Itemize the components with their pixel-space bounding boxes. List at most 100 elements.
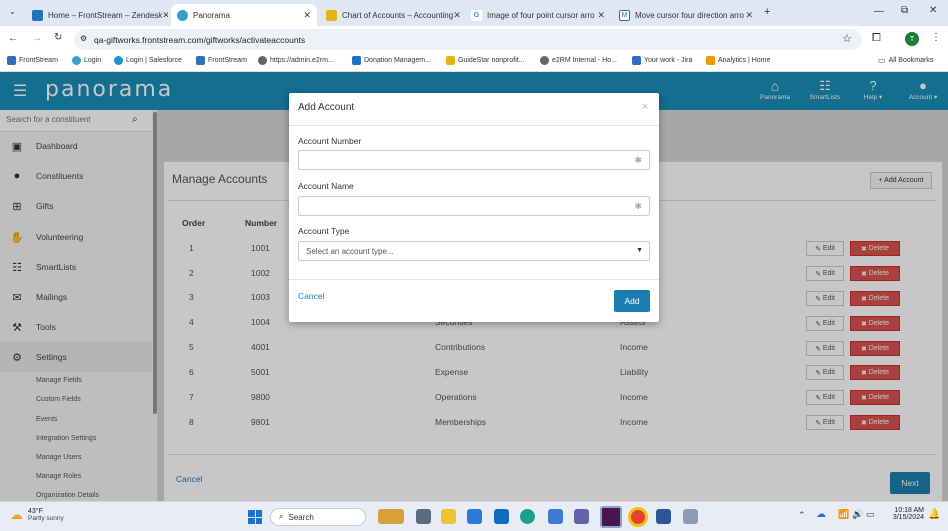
extensions-icon[interactable]: ⧠ xyxy=(872,32,881,45)
windows-taskbar: ☁ 43°F Partly sunny ⌕ Search ⌃ ☁ 📶 🔊 ▭ 10… xyxy=(0,501,948,531)
analytics-icon xyxy=(706,56,715,65)
notification-bell-icon[interactable]: 🔔 xyxy=(928,509,940,520)
bookmark-jira[interactable]: Your work - Jira xyxy=(632,56,692,65)
file-explorer-icon[interactable] xyxy=(441,509,456,524)
weather-widget[interactable]: ☁ 43°F Partly sunny xyxy=(10,507,64,523)
panorama-icon xyxy=(72,56,81,65)
frontstream-icon xyxy=(7,56,16,65)
site-info-icon[interactable]: ⚙ xyxy=(80,34,87,43)
meeting-app-icon[interactable] xyxy=(378,509,404,524)
close-icon[interactable]: ✕ xyxy=(303,10,311,21)
bookmark-label: Your work - Jira xyxy=(644,57,693,64)
battery-icon[interactable]: ▭ xyxy=(866,509,875,520)
chrome-icon[interactable] xyxy=(628,507,648,527)
globe-icon xyxy=(258,56,267,65)
teams-icon[interactable] xyxy=(574,509,589,524)
bookmark-salesforce[interactable]: Login | Salesforce xyxy=(114,56,182,65)
account-name-field[interactable]: ✱ xyxy=(298,196,650,216)
tab-panorama[interactable]: Panorama ✕ xyxy=(171,4,317,26)
task-view-icon[interactable] xyxy=(416,509,431,524)
close-icon[interactable]: ✕ xyxy=(745,10,753,21)
bookmark-frontstream[interactable]: FrontStream xyxy=(7,56,58,65)
new-tab-icon[interactable]: + xyxy=(764,6,770,18)
reload-icon[interactable]: ↻ xyxy=(54,32,62,43)
all-bookmarks-button[interactable]: ▭ All Bookmarks xyxy=(878,56,933,65)
close-icon[interactable]: ✕ xyxy=(453,10,461,21)
onedrive-icon[interactable]: ☁ xyxy=(816,509,826,520)
account-type-label: Account Type xyxy=(298,226,350,236)
bookmark-label: FrontStream xyxy=(208,57,247,64)
wifi-icon[interactable]: 📶 xyxy=(838,509,849,520)
browser-menu-icon[interactable]: ⋮ xyxy=(931,32,941,43)
forward-icon[interactable]: → xyxy=(32,33,42,44)
account-name-label: Account Name xyxy=(298,181,354,191)
tab-move-cursor[interactable]: M Move cursor four direction arro ✕ xyxy=(613,4,759,26)
bookmark-label: All Bookmarks xyxy=(888,57,934,64)
url-input[interactable]: ⚙ qa-giftworks.frontstream.com/giftworks… xyxy=(74,29,862,50)
edge-icon[interactable] xyxy=(520,509,535,524)
bookmark-label: e2RM Internal - Ho... xyxy=(552,57,617,64)
notepad-icon[interactable] xyxy=(683,509,698,524)
close-icon[interactable]: ✕ xyxy=(597,10,605,21)
bookmark-e2rm-internal[interactable]: e2RM Internal - Ho... xyxy=(540,56,617,65)
bookmark-label: GuideStar nonprofit... xyxy=(458,57,525,64)
guidestar-icon xyxy=(446,56,455,65)
modal-cancel-link[interactable]: Cancel xyxy=(298,291,324,301)
tab-title: Chart of Accounts – Accounting xyxy=(342,10,454,20)
bookmark-label: Donation Managem... xyxy=(364,57,431,64)
windows-start-icon[interactable] xyxy=(248,510,262,524)
volume-icon[interactable]: 🔊 xyxy=(852,509,863,520)
profile-avatar[interactable]: T xyxy=(905,32,919,46)
bookmark-frontstream-2[interactable]: FrontStream xyxy=(196,56,247,65)
required-asterisk-icon: ✱ xyxy=(634,201,642,211)
modal-add-button[interactable]: Add xyxy=(614,290,650,312)
tab-zendesk[interactable]: Home – FrontStream – Zendesk ✕ xyxy=(26,4,168,26)
jira-icon xyxy=(632,56,641,65)
back-icon[interactable]: ← xyxy=(8,33,18,44)
donation-icon xyxy=(352,56,361,65)
outlook-icon[interactable] xyxy=(494,509,509,524)
bookmark-admin-e2rm[interactable]: https://admin.e2rm... xyxy=(258,56,334,65)
bookmarks-bar: FrontStream Login Login | Salesforce Fro… xyxy=(0,53,948,72)
bookmark-analytics[interactable]: Analytics | Home xyxy=(706,56,770,65)
store-icon[interactable] xyxy=(467,509,482,524)
bookmark-donation-management[interactable]: Donation Managem... xyxy=(352,56,431,65)
modal-header-divider xyxy=(289,125,659,126)
weather-cloud-icon: ☁ xyxy=(10,507,23,522)
bookmark-star-icon[interactable]: ☆ xyxy=(842,32,852,45)
account-type-select[interactable]: Select an account type... ▼ xyxy=(298,241,650,261)
tab-title: Panorama xyxy=(193,10,230,20)
minimize-icon[interactable]: — xyxy=(874,6,884,17)
tab-chart-of-accounts[interactable]: Chart of Accounts – Accounting ✕ xyxy=(320,4,461,26)
system-tray-chevron-icon[interactable]: ⌃ xyxy=(798,510,806,521)
bookmark-guidestar[interactable]: GuideStar nonprofit... xyxy=(446,56,525,65)
account-number-field[interactable]: ✱ xyxy=(298,150,650,170)
taskbar-clock[interactable]: 10:18 AM 3/15/2024 xyxy=(884,507,924,521)
tab-search-chevron-icon[interactable]: ⌄ xyxy=(9,7,16,16)
bookmark-label: FrontStream xyxy=(19,57,58,64)
tab-title: Home – FrontStream – Zendesk xyxy=(48,10,163,20)
bookmark-label: Login | Salesforce xyxy=(126,57,182,64)
close-icon[interactable]: ✕ xyxy=(162,10,168,21)
taskbar-search[interactable]: ⌕ Search xyxy=(270,508,366,526)
chart-favicon-icon xyxy=(326,9,337,21)
tab-title: Image of four point cursor arro xyxy=(487,10,595,20)
remote-desktop-icon[interactable] xyxy=(548,509,563,524)
word-icon[interactable] xyxy=(656,509,671,524)
globe-icon xyxy=(540,56,549,65)
slack-icon[interactable] xyxy=(600,506,622,528)
bookmark-label: https://admin.e2rm... xyxy=(270,57,334,64)
bookmark-login[interactable]: Login xyxy=(72,56,101,65)
window-close-icon[interactable]: ✕ xyxy=(929,5,937,16)
modal-footer-divider xyxy=(289,279,659,280)
salesforce-cloud-icon xyxy=(114,56,123,65)
bing-favicon-icon: M xyxy=(619,9,630,21)
google-favicon-icon: G xyxy=(471,9,482,21)
tab-image-search[interactable]: G Image of four point cursor arro ✕ xyxy=(465,4,611,26)
weather-condition: Partly sunny xyxy=(28,515,64,522)
bookmark-label: Login xyxy=(84,57,102,64)
modal-close-icon[interactable]: × xyxy=(642,101,648,113)
taskbar-search-label: Search xyxy=(288,512,314,522)
restore-icon[interactable]: ⧉ xyxy=(901,5,908,16)
bookmark-label: Analytics | Home xyxy=(718,57,771,64)
